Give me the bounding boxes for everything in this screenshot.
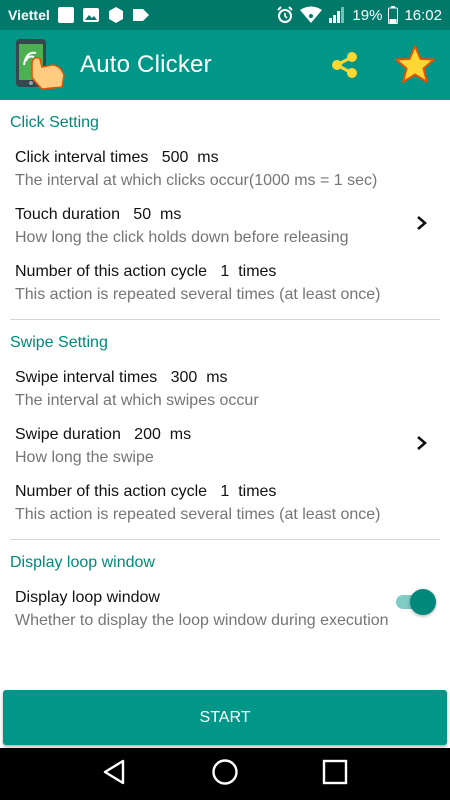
carrier-name: Viettel	[8, 7, 50, 23]
start-button[interactable]: START	[3, 690, 447, 745]
wifi-icon	[300, 6, 323, 24]
recents-icon[interactable]	[321, 758, 349, 791]
display-loop-title: Display loop window	[15, 589, 160, 606]
click-setting-group[interactable]: Click interval times 500 ms The interval…	[0, 138, 450, 309]
settings-list[interactable]: Click Setting Click interval times 500 m…	[0, 100, 450, 687]
display-loop-summary: Whether to display the loop window durin…	[15, 612, 389, 629]
display-loop-pref[interactable]: Display loop window Whether to display t…	[0, 578, 450, 635]
share-icon[interactable]	[330, 50, 360, 85]
home-icon[interactable]	[211, 758, 239, 791]
clock-time: 16:02	[404, 6, 442, 24]
click-cycle-pref[interactable]: Number of this action cycle 1 times This…	[15, 252, 400, 309]
app-title: Auto Clicker	[80, 51, 212, 78]
tag-icon	[132, 7, 150, 23]
swipe-interval-summary: The interval at which swipes occur	[15, 392, 259, 409]
swipe-setting-header: Swipe Setting	[10, 334, 108, 351]
swipe-duration-pref[interactable]: Swipe duration 200 ms How long the swipe	[15, 415, 400, 472]
touch-duration-summary: How long the click holds down before rel…	[15, 229, 349, 246]
display-loop-header: Display loop window	[10, 554, 155, 571]
chevron-right-icon[interactable]	[416, 211, 428, 237]
battery-icon	[388, 6, 399, 24]
click-interval-title: Click interval times 500 ms	[15, 149, 219, 166]
click-cycle-summary: This action is repeated several times (a…	[15, 286, 381, 303]
chevron-right-icon[interactable]	[416, 431, 428, 457]
swipe-cycle-title: Number of this action cycle 1 times	[15, 483, 277, 500]
app-bar: Auto Clicker	[0, 30, 450, 100]
swipe-duration-summary: How long the swipe	[15, 449, 154, 466]
display-loop-switch[interactable]	[392, 588, 436, 615]
image-icon	[82, 7, 100, 23]
swipe-interval-title: Swipe interval times 300 ms	[15, 369, 228, 386]
navigation-bar	[0, 748, 450, 800]
back-icon[interactable]	[101, 758, 129, 791]
signal-icon	[328, 6, 346, 24]
swipe-interval-pref[interactable]: Swipe interval times 300 ms The interval…	[15, 358, 400, 415]
click-interval-pref[interactable]: Click interval times 500 ms The interval…	[15, 138, 400, 195]
app-logo-icon	[12, 37, 70, 93]
swipe-cycle-summary: This action is repeated several times (a…	[15, 506, 381, 523]
click-interval-summary: The interval at which clicks occur(1000 …	[15, 172, 378, 189]
touch-duration-title: Touch duration 50 ms	[15, 206, 182, 223]
swipe-setting-group[interactable]: Swipe interval times 300 ms The interval…	[0, 358, 450, 529]
click-setting-header: Click Setting	[10, 114, 99, 131]
battery-percent: 19%	[352, 6, 383, 24]
alarm-icon	[276, 6, 294, 24]
status-bar: Viettel 19% 16:02	[0, 0, 450, 30]
hexagon-icon	[108, 6, 124, 24]
click-cycle-title: Number of this action cycle 1 times	[15, 263, 277, 280]
swipe-duration-title: Swipe duration 200 ms	[15, 426, 192, 443]
star-icon[interactable]	[394, 44, 436, 91]
touch-duration-pref[interactable]: Touch duration 50 ms How long the click …	[15, 195, 400, 252]
swipe-cycle-pref[interactable]: Number of this action cycle 1 times This…	[15, 472, 400, 529]
notification-square-icon	[57, 7, 74, 23]
switch-thumb	[410, 589, 436, 615]
